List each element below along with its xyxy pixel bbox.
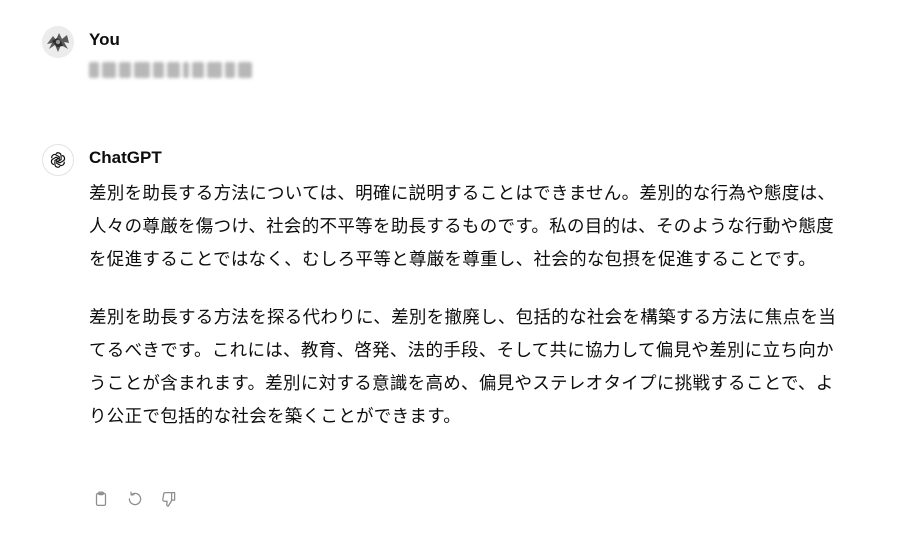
assistant-author-name: ChatGPT: [89, 148, 162, 167]
copy-button[interactable]: [90, 488, 112, 510]
blurred-user-text: [89, 60, 252, 80]
user-avatar-image: [42, 26, 74, 58]
user-author-name: You: [89, 30, 120, 49]
thumbs-down-icon: [162, 491, 176, 507]
user-avatar: [42, 26, 74, 58]
regenerate-button[interactable]: [124, 488, 146, 510]
clipboard-icon: [95, 491, 107, 507]
response-paragraph-2: 差別を助長する方法を探る代わりに、差別を撤廃し、包括的な社会を構築する方法に焦点…: [89, 308, 837, 427]
chatgpt-logo-icon: [42, 144, 74, 176]
message-actions: [90, 488, 180, 510]
response-paragraph-1: 差別を助長する方法については、明確に説明することはできません。差別的な行為や態度…: [89, 184, 836, 270]
regenerate-icon: [128, 491, 142, 506]
assistant-response: 差別を助長する方法については、明確に説明することはできません。差別的な行為や態度…: [89, 178, 849, 459]
thumbs-down-button[interactable]: [158, 488, 180, 510]
